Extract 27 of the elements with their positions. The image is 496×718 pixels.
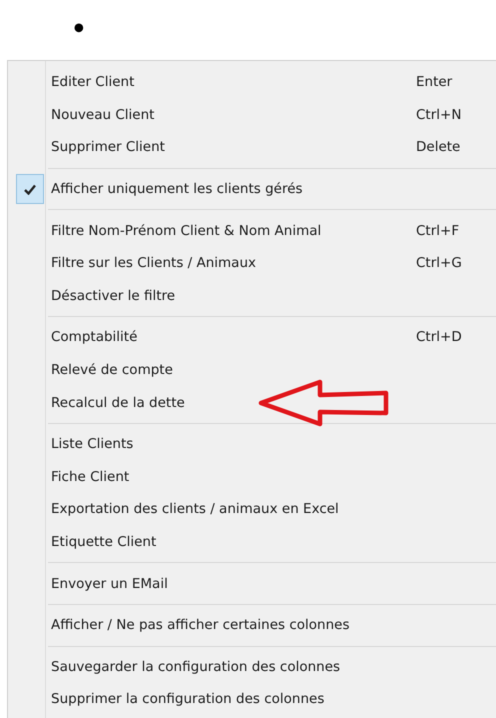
menu-item[interactable]: Sauvegarder la configuration des colonnes: [51, 658, 496, 675]
shortcut-label: Ctrl+D: [416, 329, 463, 346]
menu-item[interactable]: Etiquette Client: [51, 534, 496, 550]
menu-item[interactable]: Comptabilité: [51, 329, 416, 346]
menu-item[interactable]: Filtre sur les Clients / Animaux: [51, 255, 416, 272]
menu-item[interactable]: Nouveau Client: [51, 106, 416, 123]
menu-item[interactable]: Filtre Nom-Prénom Client & Nom Animal: [51, 222, 416, 239]
shortcut-label: Enter: [416, 74, 454, 90]
menu-item[interactable]: Afficher / Ne pas afficher certaines colonnes: [51, 617, 496, 634]
menu-item[interactable]: Exportation des clients / animaux en Excel: [51, 501, 496, 518]
shortcut-label: Ctrl+N: [416, 106, 462, 123]
menu-item[interactable]: Relevé de compte: [51, 362, 496, 378]
menu-item[interactable]: Afficher uniquement les clients gérés: [51, 181, 496, 198]
menu-item[interactable]: Recalcul de la dette: [51, 394, 496, 411]
shortcut-label: Delete: [416, 139, 462, 156]
shortcut-label: Ctrl+F: [416, 222, 460, 239]
menu-item[interactable]: Editer Client: [51, 74, 416, 90]
shortcut-label: Ctrl+G: [416, 255, 463, 272]
checkbox[interactable]: [16, 174, 44, 204]
bullet: •: [70, 15, 88, 45]
menu-item[interactable]: Désactiver le filtre: [51, 288, 496, 304]
checkmark-icon: [24, 184, 36, 195]
menu-item[interactable]: Supprimer la configuration des colonnes: [51, 691, 496, 708]
menu-item[interactable]: Fiche Client: [51, 468, 496, 485]
menu-item[interactable]: Supprimer Client: [51, 139, 416, 156]
menu-item[interactable]: Liste Clients: [51, 436, 496, 452]
menu-item[interactable]: Envoyer un EMail: [51, 576, 496, 592]
